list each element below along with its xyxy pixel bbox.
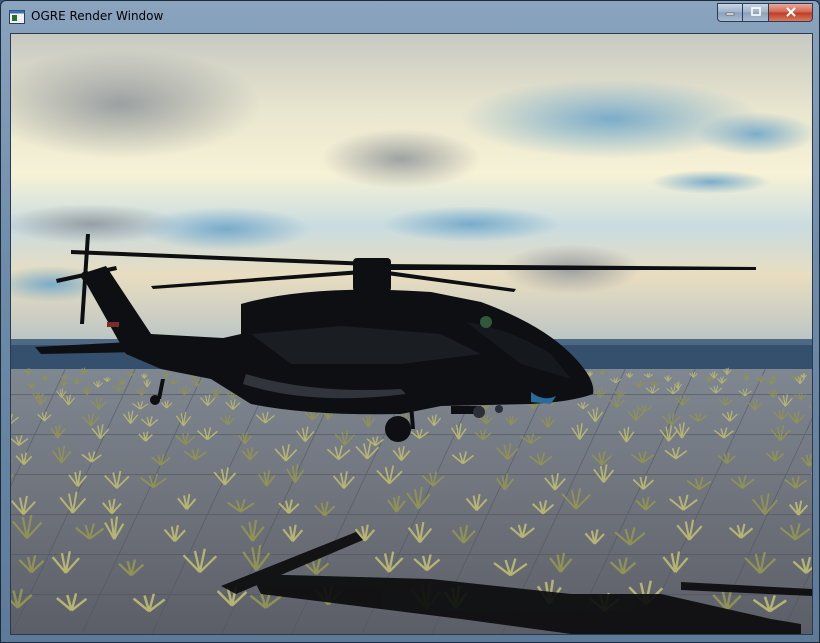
minimize-button[interactable] [717, 3, 743, 22]
minimize-icon [725, 7, 735, 19]
ogre-render-window: OGRE Render Window [0, 0, 820, 643]
title-bar[interactable]: OGRE Render Window [1, 1, 819, 31]
window-title: OGRE Render Window [31, 9, 164, 23]
close-button[interactable] [769, 3, 813, 22]
sky-patch [696, 112, 812, 156]
render-viewport[interactable] [10, 33, 813, 635]
sky-patch [651, 170, 771, 194]
sky-patch [381, 206, 561, 242]
maximize-icon [750, 6, 761, 19]
cloud [321, 129, 481, 189]
app-window-icon[interactable] [9, 9, 25, 24]
maximize-button[interactable] [743, 3, 769, 22]
sky-patch [141, 207, 311, 251]
scene-canvas [11, 34, 812, 634]
close-icon [785, 6, 797, 19]
window-controls [717, 3, 813, 23]
